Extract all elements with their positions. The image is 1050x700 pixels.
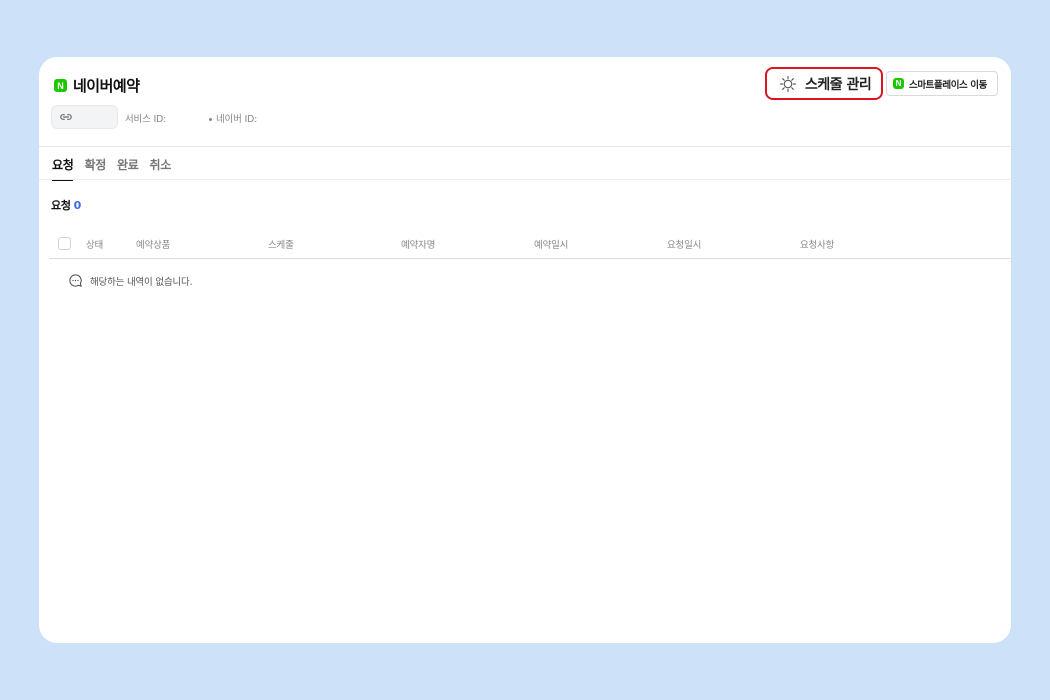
link-icon: [60, 114, 72, 120]
naver-id-field: 네이버 ID:: [209, 111, 257, 125]
naver-id-label: 네이버 ID:: [216, 114, 258, 125]
empty-message: 해당하는 내역이 없습니다.: [90, 276, 193, 288]
divider: [39, 146, 1011, 147]
tab-cancelled[interactable]: 취소: [149, 156, 171, 181]
section-title: 요청 0: [51, 197, 81, 213]
section-title-label: 요청: [51, 199, 71, 212]
chat-bubble-icon: [69, 274, 82, 287]
empty-state: 해당하는 내역이 없습니다.: [68, 273, 193, 288]
divider: [39, 179, 1011, 180]
section-count: 0: [73, 199, 82, 212]
brand-name: 네이버예약: [73, 77, 140, 95]
naver-logo-icon: N: [54, 79, 67, 92]
select-all-checkbox[interactable]: [58, 237, 71, 250]
smartplace-button[interactable]: N 스마트플레이스 이동: [886, 71, 998, 96]
column-header-status: 상태: [86, 240, 104, 251]
brand: N 네이버예약: [54, 75, 140, 96]
schedule-management-label: 스케줄 관리: [805, 76, 872, 93]
column-header-reservation-date: 예약일시: [534, 240, 569, 251]
column-header-request-date: 요청일시: [667, 240, 702, 251]
column-header-schedule: 스케줄: [268, 240, 294, 251]
reservation-panel: N 네이버예약 스케줄 관리 N 스마트플레이스 이동 서비스 ID: 네이버 …: [39, 57, 1011, 643]
service-id-label: 서비스 ID:: [125, 114, 167, 125]
naver-logo-icon: N: [893, 78, 904, 89]
column-header-booker-name: 예약자명: [401, 240, 436, 251]
tab-completed[interactable]: 완료: [117, 156, 139, 181]
status-tabs: 요청 확정 완료 취소: [52, 156, 171, 181]
divider: [49, 258, 1011, 259]
schedule-management-button[interactable]: 스케줄 관리: [765, 67, 883, 100]
link-button[interactable]: [51, 105, 118, 129]
column-header-request-notes: 요청사항: [800, 240, 835, 251]
table-header: 상태 예약상품 스케줄 예약자명 예약일시 요청일시 요청사항: [39, 232, 1011, 258]
tab-confirmed[interactable]: 확정: [84, 156, 106, 181]
tab-request[interactable]: 요청: [52, 156, 74, 181]
bullet-dot: [209, 118, 212, 121]
gear-icon: [779, 75, 797, 92]
smartplace-label: 스마트플레이스 이동: [909, 79, 987, 91]
column-header-product: 예약상품: [136, 240, 171, 251]
